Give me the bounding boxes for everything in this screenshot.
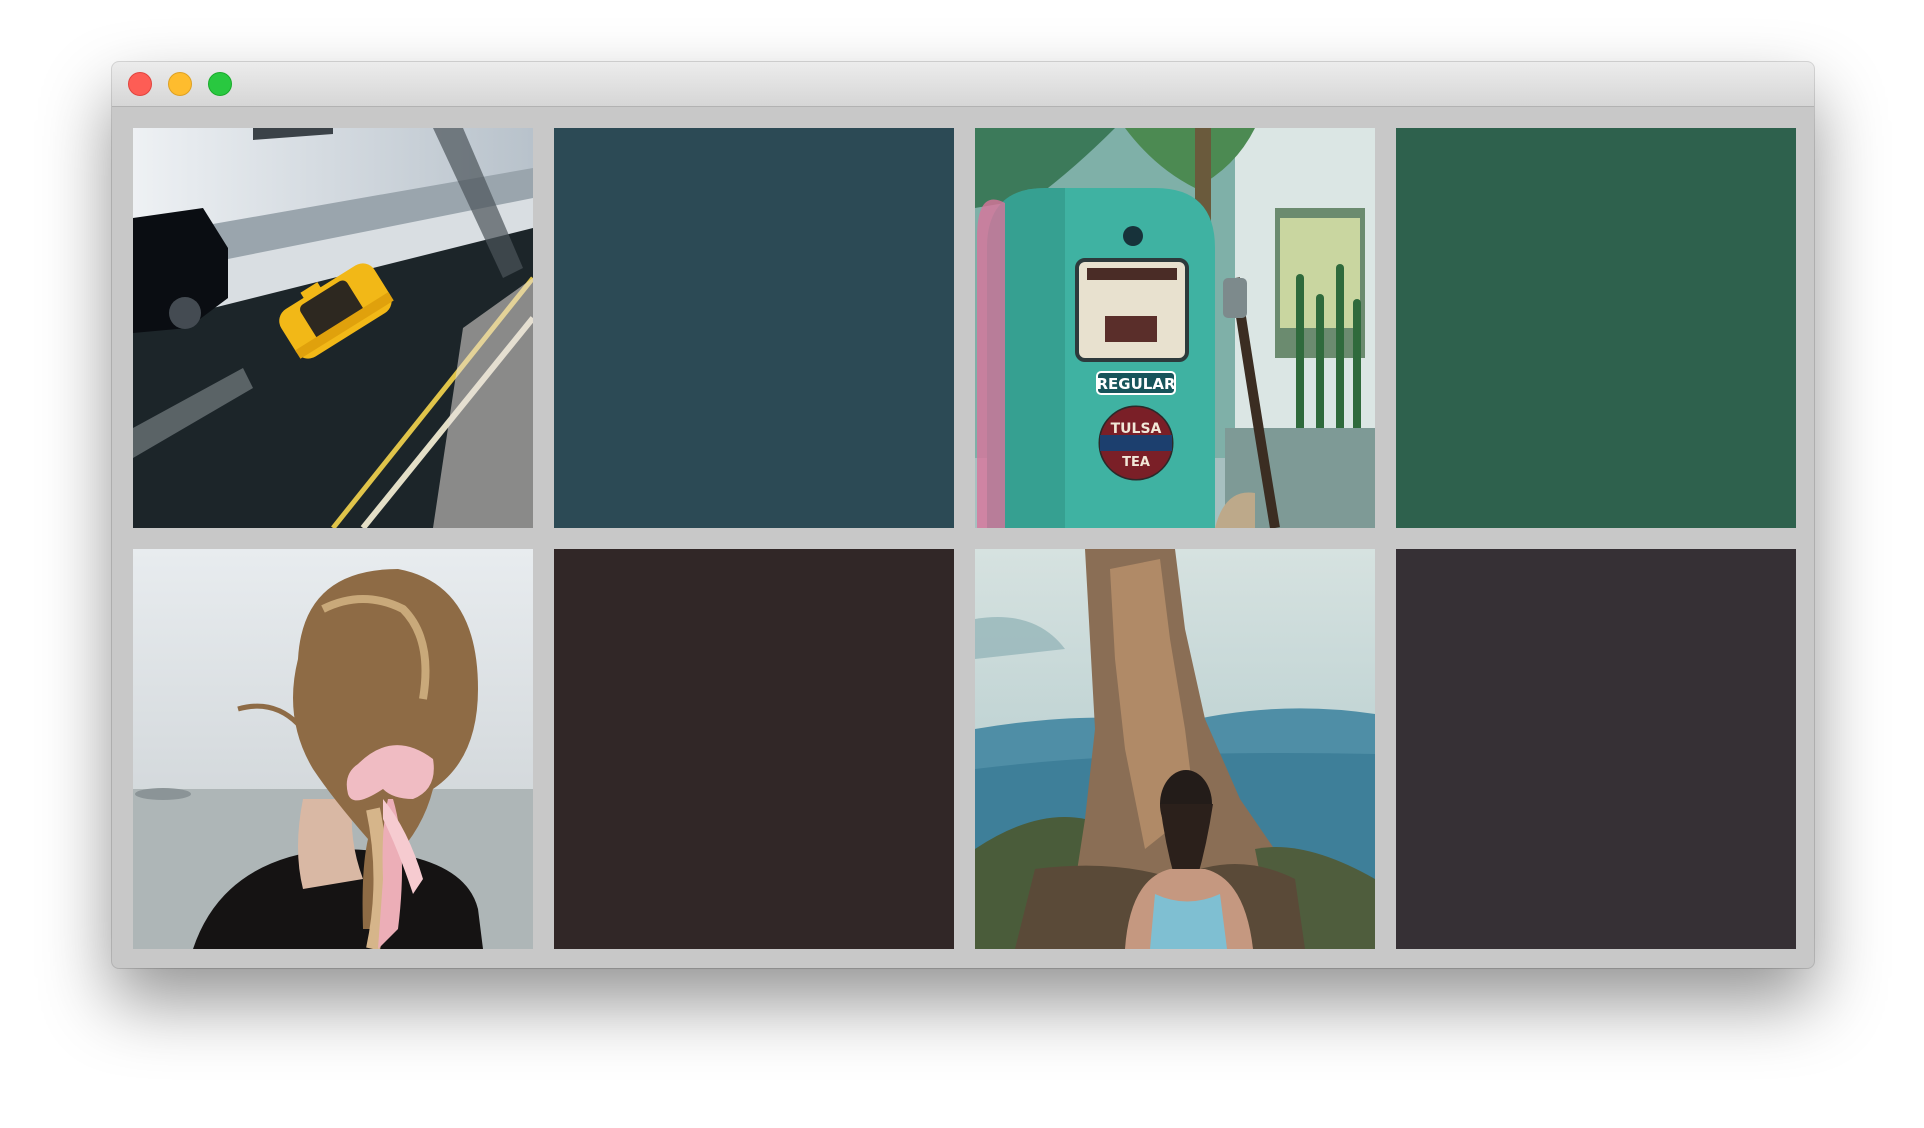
taxi-photo[interactable]: [133, 128, 533, 528]
hair-ribbon-image: [133, 549, 533, 949]
app-window: REGULAR TULSA TEA: [112, 62, 1814, 968]
taxi-image: [133, 128, 533, 528]
regular-label: REGULAR: [1096, 375, 1175, 393]
close-button[interactable]: [128, 72, 152, 96]
title-bar[interactable]: [112, 62, 1814, 107]
color-swatch-charcoal[interactable]: [1396, 549, 1796, 949]
rock-formation-photo[interactable]: [975, 549, 1375, 949]
color-swatch-teal[interactable]: [554, 128, 954, 528]
zoom-button[interactable]: [208, 72, 232, 96]
color-swatch-brown[interactable]: [554, 549, 954, 949]
rock-formation-image: [975, 549, 1375, 949]
minimize-button[interactable]: [168, 72, 192, 96]
gas-pump-photo[interactable]: REGULAR TULSA TEA: [975, 128, 1375, 528]
hair-ribbon-photo[interactable]: [133, 549, 533, 949]
tulsa-label: TULSA: [1111, 421, 1162, 437]
image-grid: REGULAR TULSA TEA: [133, 128, 1796, 949]
color-swatch-green[interactable]: [1396, 128, 1796, 528]
gas-pump-image: REGULAR TULSA TEA: [975, 128, 1375, 528]
tea-label: TEA: [1122, 455, 1150, 470]
